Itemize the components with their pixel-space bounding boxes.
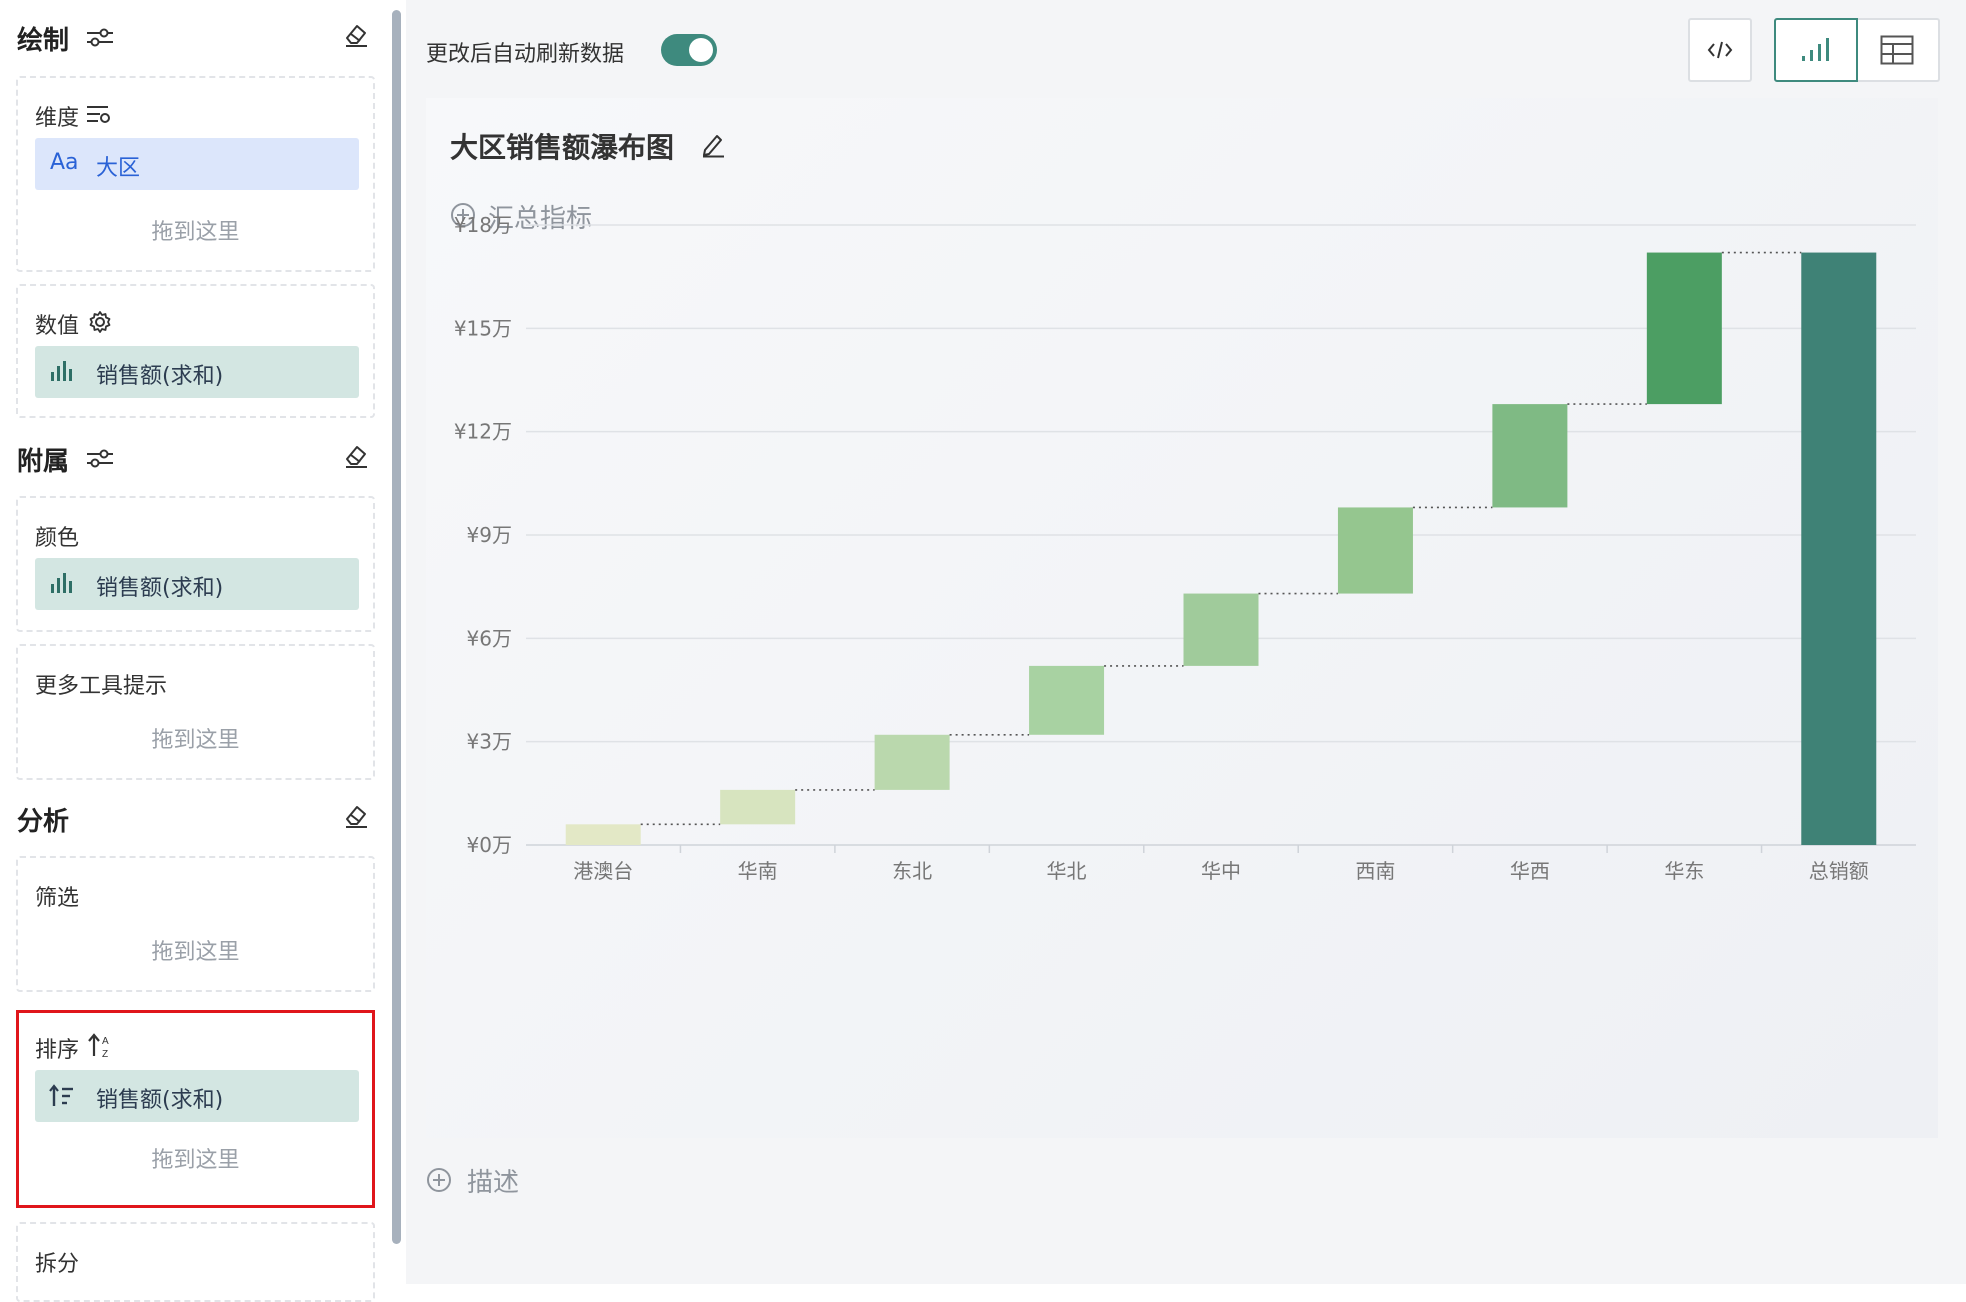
left-panel-scrollbar[interactable] bbox=[392, 10, 401, 1244]
y-tick-label: ¥3万 bbox=[467, 730, 512, 754]
chart-view-button[interactable] bbox=[1774, 18, 1858, 82]
x-tick-label: 华东 bbox=[1664, 859, 1704, 883]
dimension-chip-label: 大区 bbox=[96, 156, 141, 181]
waterfall-chart: ¥0万 ¥3万 ¥6万 ¥9万 ¥12万 ¥15万 ¥18万港澳台 华南 东北 华北 华中 西南 华西 华… bbox=[454, 213, 1916, 883]
x-tick-label: 西南 bbox=[1355, 859, 1395, 883]
y-tick-label: ¥6万 bbox=[467, 626, 512, 650]
x-tick-label: 总销额 bbox=[1809, 859, 1869, 883]
add-circle-icon[interactable] bbox=[426, 1167, 452, 1193]
eraser-icon[interactable] bbox=[343, 443, 369, 469]
waterfall-bar-5 bbox=[1183, 593, 1259, 666]
color-label: 颜色 bbox=[35, 526, 80, 551]
text-type-icon: Aa bbox=[50, 150, 79, 175]
field-config-panel: 绘制 维度 Aa 大区 拖到这里 数值 销售额(求和) 附属 颜色 销售额(求和… bbox=[0, 0, 401, 1302]
waterfall-bar-2 bbox=[720, 789, 796, 825]
section-analysis-title: 分析 bbox=[17, 807, 70, 837]
section-attach-title: 附属 bbox=[17, 447, 70, 477]
measure-bar-icon bbox=[51, 573, 72, 593]
dimension-label: 维度 bbox=[35, 106, 80, 131]
filter-drop-zone[interactable]: 筛选 拖到这里 bbox=[16, 856, 375, 992]
x-tick-label: 港澳台 bbox=[573, 859, 633, 883]
x-tick-label: 华西 bbox=[1510, 859, 1550, 883]
value-chip-sales-sum[interactable]: 销售额(求和) bbox=[35, 346, 359, 398]
gear-icon[interactable] bbox=[88, 310, 112, 334]
table-view-button[interactable] bbox=[1856, 18, 1940, 82]
toggle-knob bbox=[689, 38, 713, 62]
dimension-drop-zone[interactable]: 维度 Aa 大区 拖到这里 bbox=[16, 76, 375, 272]
tooltip-drop-hint: 拖到这里 bbox=[151, 728, 240, 753]
y-tick-label: ¥15万 bbox=[454, 316, 512, 340]
y-tick-label: ¥18万 bbox=[454, 213, 512, 237]
x-tick-label: 东北 bbox=[892, 859, 932, 883]
table-icon bbox=[1880, 35, 1914, 65]
section-analysis-header: 分析 bbox=[17, 797, 369, 837]
waterfall-bar-4 bbox=[1029, 665, 1105, 735]
filter-label: 筛选 bbox=[35, 886, 80, 911]
waterfall-bar-9 bbox=[1801, 252, 1877, 846]
waterfall-bar-6 bbox=[1337, 507, 1413, 594]
settings-sliders-icon[interactable] bbox=[85, 447, 115, 469]
code-view-button[interactable] bbox=[1688, 18, 1752, 82]
x-tick-label: 华北 bbox=[1047, 859, 1087, 883]
eraser-icon[interactable] bbox=[343, 22, 369, 48]
chart-card: 大区销售额瀑布图 汇总指标 ¥0万 ¥3万 ¥6万 ¥9万 ¥12万 ¥15万 ¥18万 港澳… bbox=[426, 98, 1938, 1138]
value-label: 数值 bbox=[35, 314, 80, 339]
color-chip-sales-sum[interactable]: 销售额(求和) bbox=[35, 558, 359, 610]
value-drop-zone[interactable]: 数值 销售额(求和) bbox=[16, 284, 375, 418]
waterfall-bar-7 bbox=[1492, 404, 1568, 508]
auto-refresh-label: 更改后自动刷新数据 bbox=[426, 42, 625, 67]
x-tick-label: 华中 bbox=[1201, 859, 1241, 883]
measure-bar-icon bbox=[51, 361, 72, 381]
section-draw-header: 绘制 bbox=[17, 16, 369, 56]
tooltip-label: 更多工具提示 bbox=[35, 674, 168, 699]
y-tick-label: ¥12万 bbox=[454, 420, 512, 444]
dimension-settings-icon[interactable] bbox=[86, 104, 110, 124]
sort-highlight-annotation bbox=[16, 1010, 375, 1208]
dimension-chip-region[interactable]: Aa 大区 bbox=[35, 138, 359, 190]
section-attach-header: 附属 bbox=[17, 437, 369, 477]
code-icon bbox=[1707, 41, 1733, 59]
waterfall-bar-3 bbox=[874, 734, 950, 790]
eraser-icon[interactable] bbox=[343, 803, 369, 829]
waterfall-bar-8 bbox=[1646, 252, 1722, 405]
split-drop-zone[interactable]: 拆分 bbox=[16, 1222, 375, 1302]
filter-drop-hint: 拖到这里 bbox=[151, 940, 240, 965]
value-chip-label: 销售额(求和) bbox=[96, 364, 224, 389]
y-tick-label: ¥0万 bbox=[467, 833, 512, 857]
dimension-drop-hint: 拖到这里 bbox=[151, 220, 240, 245]
color-drop-zone[interactable]: 颜色 销售额(求和) bbox=[16, 496, 375, 632]
waterfall-bar-1 bbox=[565, 824, 641, 845]
add-description-label[interactable]: 描述 bbox=[467, 1162, 519, 1199]
y-tick-label: ¥9万 bbox=[467, 523, 512, 547]
section-draw-title: 绘制 bbox=[17, 26, 70, 56]
bar-chart-icon bbox=[1802, 38, 1829, 61]
tooltip-drop-zone[interactable]: 更多工具提示 拖到这里 bbox=[16, 644, 375, 780]
auto-refresh-toggle[interactable] bbox=[661, 34, 717, 66]
x-tick-label: 华南 bbox=[738, 859, 778, 883]
split-label: 拆分 bbox=[35, 1252, 80, 1277]
chart-workspace: 更改后自动刷新数据 大区销售额瀑布图 汇总指标 ¥0万 ¥3万 ¥6万 ¥9万 ¥12万… bbox=[406, 0, 1966, 1284]
settings-sliders-icon[interactable] bbox=[85, 26, 115, 48]
color-chip-label: 销售额(求和) bbox=[96, 576, 224, 601]
